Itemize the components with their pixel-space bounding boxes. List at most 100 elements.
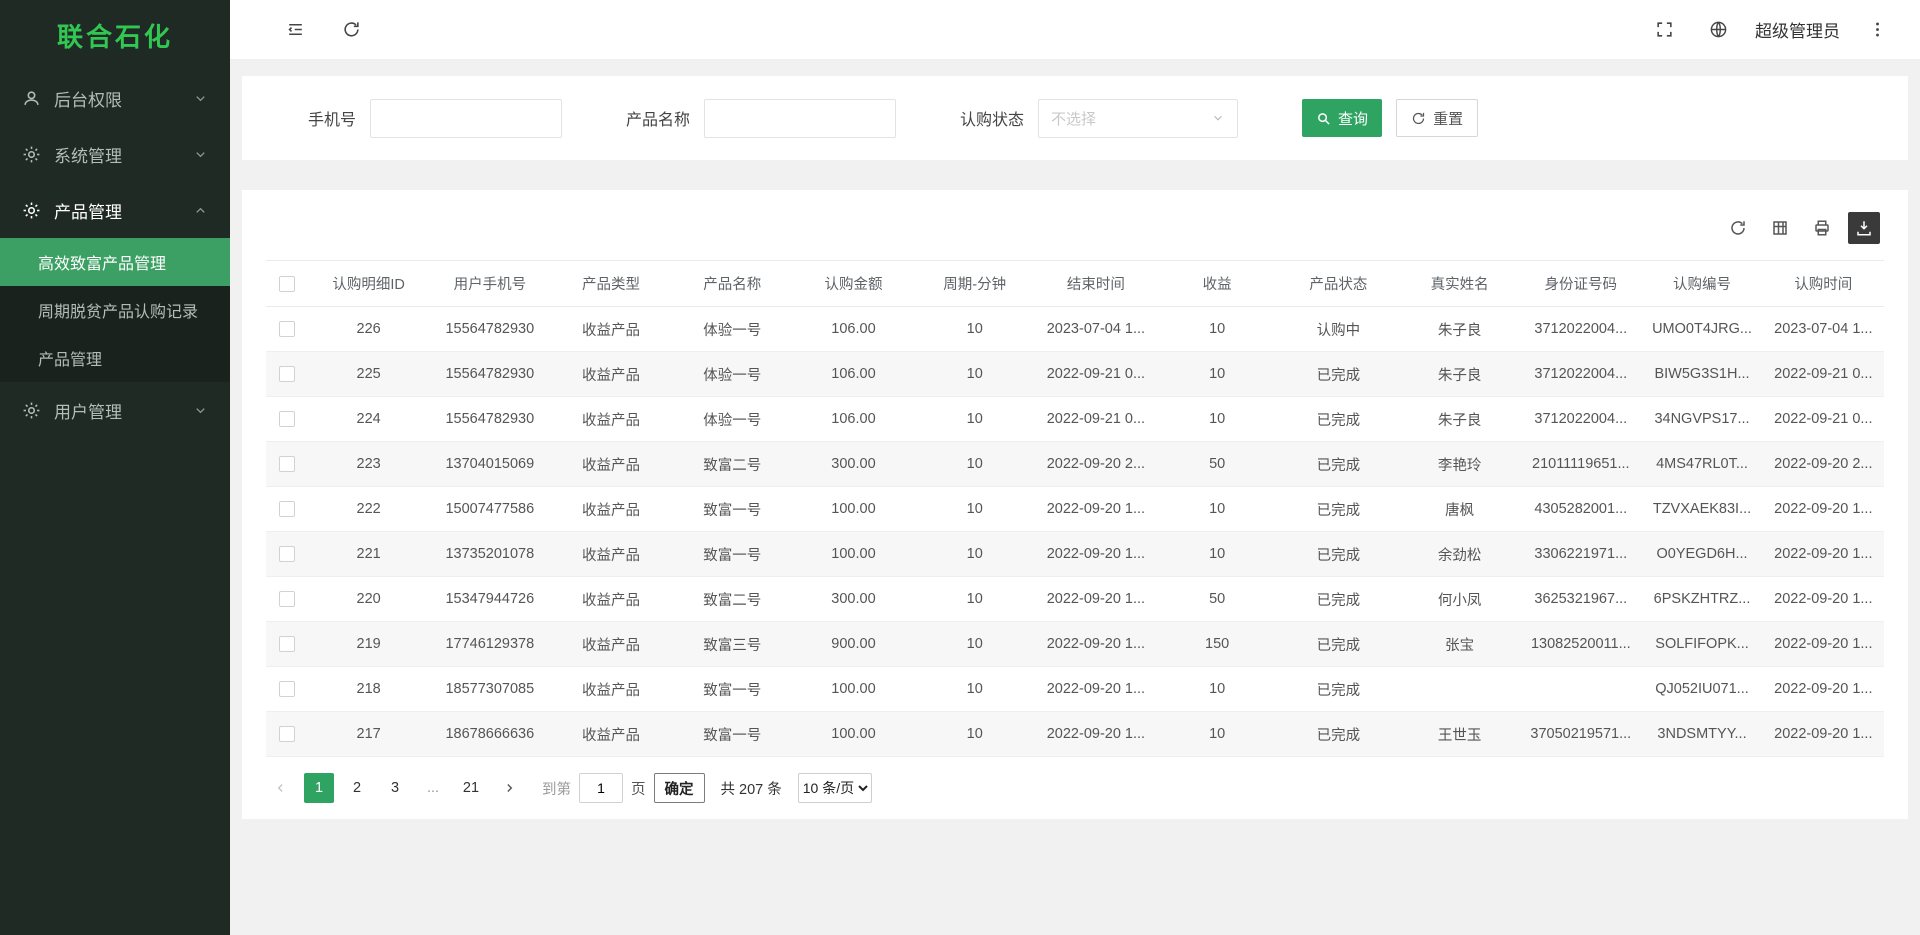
table-cell: 王世玉 — [1399, 712, 1520, 757]
table-cell: 3712022004... — [1520, 307, 1641, 352]
table-cell: 2022-09-20 1... — [1035, 487, 1156, 532]
table-body: 22615564782930收益产品体验一号106.00102023-07-04… — [266, 307, 1884, 757]
select-all-checkbox[interactable] — [279, 276, 295, 292]
phone-label: 手机号 — [308, 106, 356, 130]
more-vertical-icon[interactable] — [1860, 13, 1894, 47]
gear-icon — [22, 145, 41, 164]
topbar-right: 超级管理员 — [1647, 13, 1894, 47]
table-cell: 10 — [914, 667, 1035, 712]
column-header-3: 产品名称 — [672, 261, 793, 307]
table-cell: 100.00 — [793, 532, 914, 577]
reset-button[interactable]: 重置 — [1396, 99, 1478, 137]
sidebar-subitem-period-subscribe-records[interactable]: 周期脱贫产品认购记录 — [0, 286, 230, 334]
main-area: 超级管理员 手机号 产品名称 认购状态 — [230, 0, 1920, 935]
page-size-select[interactable]: 10 条/页 — [798, 773, 872, 803]
table-cell: 10 — [1157, 397, 1278, 442]
collapse-menu-icon[interactable] — [278, 13, 312, 47]
table-cell: 2022-09-20 1... — [1763, 532, 1884, 577]
refresh-icon[interactable] — [1722, 212, 1754, 244]
table-cell: 朱子良 — [1399, 352, 1520, 397]
product-name-input[interactable] — [704, 99, 896, 138]
column-header-4: 认购金额 — [793, 261, 914, 307]
confirm-page-button[interactable]: 确定 — [654, 773, 705, 803]
page-button-2[interactable]: 2 — [342, 773, 372, 803]
table-cell: 217 — [308, 712, 429, 757]
sidebar-item-label: 产品管理 — [54, 198, 122, 223]
table-cell: 收益产品 — [550, 532, 671, 577]
table-cell: 收益产品 — [550, 352, 671, 397]
table-cell: 认购中 — [1278, 307, 1399, 352]
table-cell: O0YEGD6H... — [1641, 532, 1762, 577]
table-cell: 15564782930 — [429, 307, 550, 352]
table-cell: 10 — [914, 352, 1035, 397]
columns-icon[interactable] — [1764, 212, 1796, 244]
row-checkbox[interactable] — [279, 546, 295, 562]
sidebar-item-system-mgmt[interactable]: 系统管理 — [0, 126, 230, 182]
table-cell: 100.00 — [793, 712, 914, 757]
next-page-button[interactable] — [494, 773, 524, 803]
page-button-3[interactable]: 3 — [380, 773, 410, 803]
row-checkbox[interactable] — [279, 321, 295, 337]
search-button[interactable]: 查询 — [1302, 99, 1382, 137]
column-header-10: 身份证号码 — [1520, 261, 1641, 307]
table-cell — [1399, 667, 1520, 712]
table-cell: 3306221971... — [1520, 532, 1641, 577]
phone-input[interactable] — [370, 99, 562, 138]
table-cell: 何小凤 — [1399, 577, 1520, 622]
page-button-1[interactable]: 1 — [304, 773, 334, 803]
table-cell: 2023-07-04 1... — [1763, 307, 1884, 352]
jump-page-input[interactable] — [579, 773, 623, 803]
row-checkbox-cell — [266, 622, 308, 667]
table-cell: 50 — [1157, 577, 1278, 622]
table-cell: 收益产品 — [550, 577, 671, 622]
export-icon[interactable] — [1848, 212, 1880, 244]
search-button-label: 查询 — [1338, 108, 1368, 129]
table-cell: 3625321967... — [1520, 577, 1641, 622]
table-cell: 3712022004... — [1520, 352, 1641, 397]
row-checkbox[interactable] — [279, 591, 295, 607]
table-cell: 220 — [308, 577, 429, 622]
chevron-down-icon — [193, 147, 208, 162]
status-select[interactable]: 不选择 — [1038, 99, 1238, 138]
table-cell: 收益产品 — [550, 622, 671, 667]
refresh-icon — [1411, 111, 1426, 126]
sidebar-subitem-product-mgmt[interactable]: 产品管理 — [0, 334, 230, 382]
page-button-21[interactable]: 21 — [456, 773, 486, 803]
admin-name[interactable]: 超级管理员 — [1755, 17, 1840, 42]
row-checkbox[interactable] — [279, 681, 295, 697]
row-checkbox[interactable] — [279, 411, 295, 427]
table-card: 认购明细ID用户手机号产品类型产品名称认购金额周期-分钟结束时间收益产品状态真实… — [242, 190, 1908, 819]
print-icon[interactable] — [1806, 212, 1838, 244]
column-header-5: 周期-分钟 — [914, 261, 1035, 307]
globe-icon[interactable] — [1701, 13, 1735, 47]
table-header-row: 认购明细ID用户手机号产品类型产品名称认购金额周期-分钟结束时间收益产品状态真实… — [266, 261, 1884, 307]
table-cell: 15347944726 — [429, 577, 550, 622]
row-checkbox[interactable] — [279, 366, 295, 382]
row-checkbox-cell — [266, 307, 308, 352]
table-cell: 106.00 — [793, 352, 914, 397]
user-icon — [22, 89, 41, 108]
chevron-up-icon — [193, 203, 208, 218]
phone-filter-field: 手机号 — [308, 99, 562, 138]
table-cell: BIW5G3S1H... — [1641, 352, 1762, 397]
sidebar-item-admin-perms[interactable]: 后台权限 — [0, 70, 230, 126]
gear-icon — [22, 401, 41, 420]
table-cell: 2022-09-20 2... — [1035, 442, 1156, 487]
fullscreen-icon[interactable] — [1647, 13, 1681, 47]
chevron-down-icon — [193, 403, 208, 418]
row-checkbox[interactable] — [279, 726, 295, 742]
table-cell: 218 — [308, 667, 429, 712]
sidebar-subitem-efficient-product-mgmt[interactable]: 高效致富产品管理 — [0, 238, 230, 286]
sidebar-item-product-mgmt[interactable]: 产品管理 — [0, 182, 230, 238]
product-name-filter-field: 产品名称 — [626, 99, 896, 138]
row-checkbox[interactable] — [279, 636, 295, 652]
row-checkbox[interactable] — [279, 456, 295, 472]
table-cell: 10 — [914, 442, 1035, 487]
row-checkbox[interactable] — [279, 501, 295, 517]
column-header-6: 结束时间 — [1035, 261, 1156, 307]
prev-page-button[interactable] — [266, 773, 296, 803]
sidebar-item-user-mgmt[interactable]: 用户管理 — [0, 382, 230, 438]
refresh-icon[interactable] — [334, 13, 368, 47]
table-cell: 已完成 — [1278, 352, 1399, 397]
table-cell: 2022-09-20 1... — [1763, 712, 1884, 757]
